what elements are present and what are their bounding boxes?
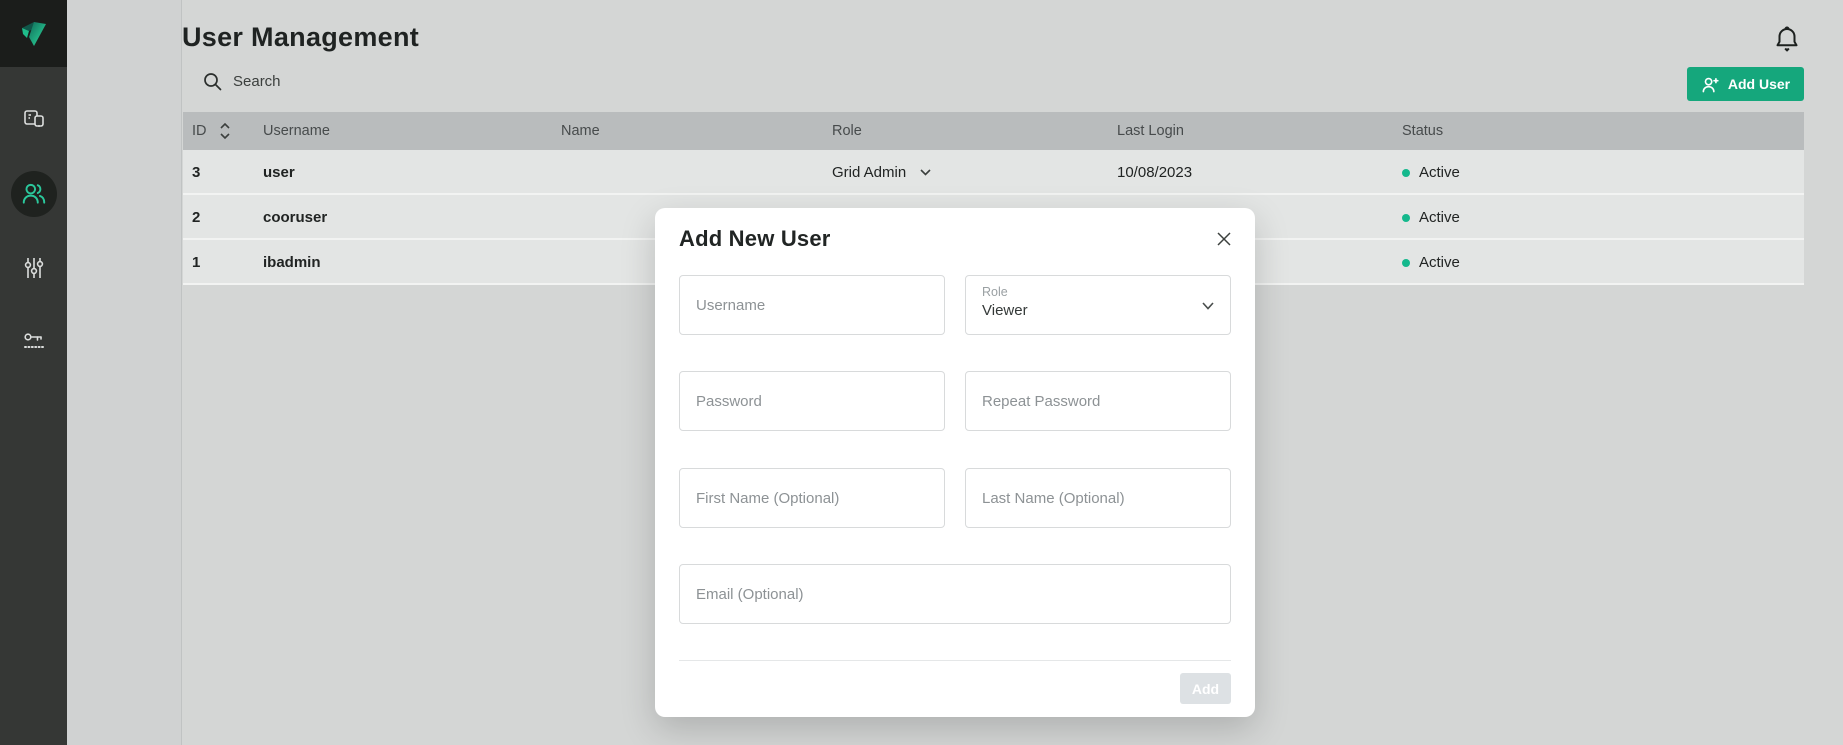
notifications-button[interactable] — [1772, 24, 1802, 54]
content-left-gutter — [67, 0, 182, 745]
cell-id: 1 — [192, 240, 200, 285]
cell-id: 3 — [192, 150, 200, 195]
chevron-down-icon — [920, 169, 931, 176]
status-dot-icon — [1402, 214, 1410, 222]
close-icon — [1216, 231, 1232, 247]
users-icon — [20, 180, 48, 208]
sidebar-item-users[interactable] — [11, 171, 57, 217]
table-row[interactable]: 3 user Grid Admin 10/08/2023 Active — [183, 150, 1804, 195]
role-select-label: Role — [982, 285, 1214, 299]
first-name-field[interactable] — [679, 468, 945, 528]
person-plus-icon — [1701, 75, 1720, 94]
status-label: Active — [1419, 209, 1460, 226]
search-icon — [202, 71, 223, 92]
cell-username: user — [263, 150, 295, 195]
column-header-name[interactable]: Name — [561, 112, 600, 150]
add-new-user-modal: Add New User Role Viewer Add — [655, 208, 1255, 717]
sidebar-item-credentials[interactable] — [11, 319, 57, 365]
username-field[interactable] — [679, 275, 945, 335]
sort-arrows-icon — [219, 121, 231, 141]
status-badge: Active — [1402, 195, 1460, 240]
sliders-icon — [21, 255, 47, 281]
cell-last-login: 10/08/2023 — [1117, 150, 1192, 195]
key-icon — [21, 329, 47, 355]
column-header-status[interactable]: Status — [1402, 112, 1443, 150]
search-input[interactable] — [233, 73, 533, 90]
status-badge: Active — [1402, 150, 1460, 195]
page-title: User Management — [182, 22, 419, 53]
modal-close-button[interactable] — [1213, 228, 1235, 250]
column-header-username[interactable]: Username — [263, 112, 330, 150]
add-user-button-label: Add User — [1728, 76, 1790, 92]
role-select-value: Viewer — [982, 302, 1214, 319]
sidebar — [0, 0, 67, 745]
modal-footer-divider — [679, 660, 1231, 661]
add-user-button[interactable]: Add User — [1687, 67, 1804, 101]
cell-username: ibadmin — [263, 240, 321, 285]
table-header: ID Username Name Role Last Login Status — [183, 112, 1804, 150]
search-bar — [202, 71, 562, 92]
sidebar-item-devices[interactable] — [11, 97, 57, 143]
status-dot-icon — [1402, 259, 1410, 267]
role-dropdown[interactable]: Grid Admin — [832, 150, 931, 195]
role-dropdown-value: Grid Admin — [832, 164, 906, 181]
status-badge: Active — [1402, 240, 1460, 285]
status-label: Active — [1419, 164, 1460, 181]
sort-control[interactable] — [219, 121, 231, 146]
modal-add-button[interactable]: Add — [1180, 673, 1231, 704]
cell-id: 2 — [192, 195, 200, 240]
brand-logo-icon — [14, 14, 54, 54]
status-label: Active — [1419, 254, 1460, 271]
modal-title: Add New User — [679, 226, 831, 252]
email-field[interactable] — [679, 564, 1231, 624]
last-name-field[interactable] — [965, 468, 1231, 528]
status-dot-icon — [1402, 169, 1410, 177]
chevron-down-icon — [1202, 302, 1214, 310]
brand-logo[interactable] — [0, 0, 67, 67]
column-header-role[interactable]: Role — [832, 112, 862, 150]
devices-icon — [21, 107, 47, 133]
repeat-password-field[interactable] — [965, 371, 1231, 431]
bell-icon — [1772, 24, 1802, 54]
cell-username: cooruser — [263, 195, 327, 240]
sidebar-item-settings[interactable] — [11, 245, 57, 291]
password-field[interactable] — [679, 371, 945, 431]
column-header-last-login[interactable]: Last Login — [1117, 112, 1184, 150]
column-header-id[interactable]: ID — [192, 112, 207, 150]
role-select[interactable]: Role Viewer — [965, 275, 1231, 335]
